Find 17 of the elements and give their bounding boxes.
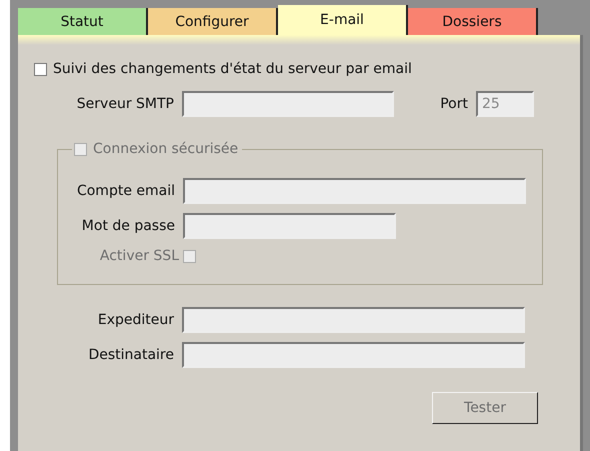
tab[interactable]: Configurer <box>148 8 278 35</box>
field-label: Mot de passe <box>80 218 176 234</box>
field-label: Serveur SMTP <box>76 96 175 112</box>
tab[interactable]: E-mail <box>278 5 408 35</box>
checkbox-label: Activer SSL <box>98 248 180 264</box>
input-field[interactable] <box>182 91 394 117</box>
checkbox[interactable] <box>34 62 47 76</box>
input-field[interactable] <box>182 307 525 333</box>
tab[interactable]: Statut <box>18 8 148 35</box>
field-label: Expediteur <box>96 312 175 328</box>
checkbox-label: Suivi des changements d'état du serveur par email <box>53 61 412 77</box>
field-label: Destinataire <box>87 347 175 363</box>
field-label: Compte email <box>76 183 176 199</box>
group-title: Connexion sécurisée <box>93 141 238 157</box>
field-label: Port <box>439 96 469 112</box>
input-field[interactable] <box>182 342 525 368</box>
tab[interactable]: Dossiers <box>408 8 538 35</box>
